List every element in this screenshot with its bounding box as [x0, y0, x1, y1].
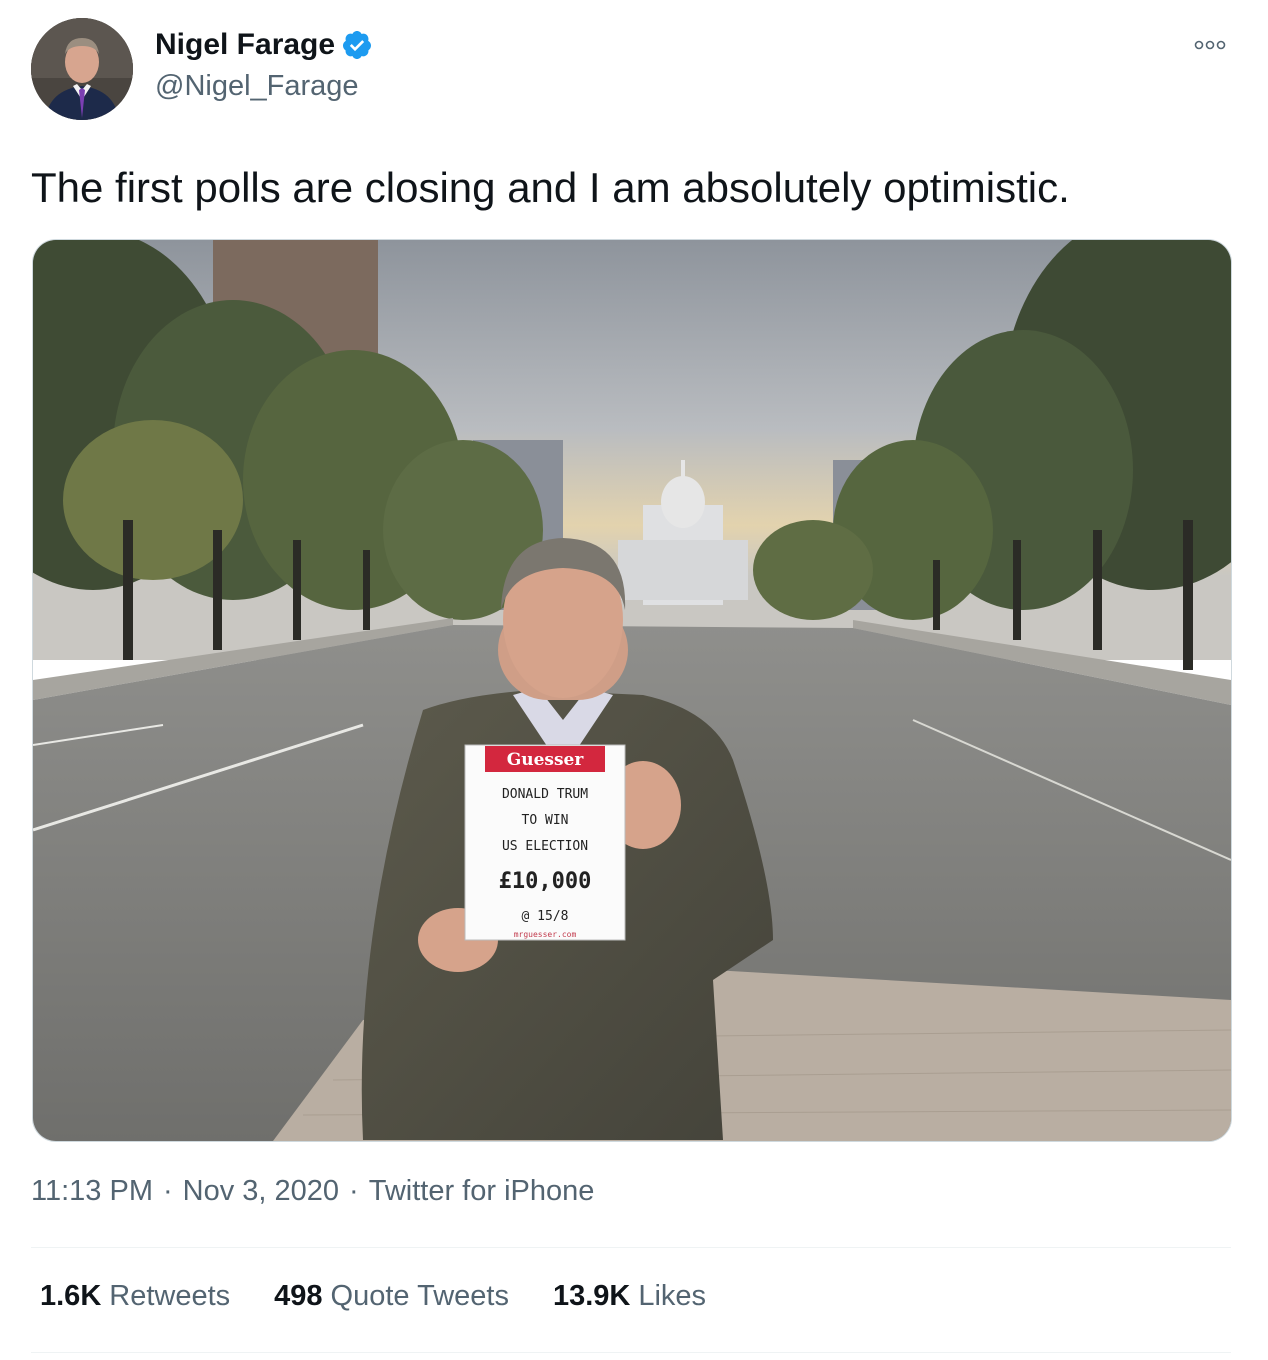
retweets-label: Retweets — [109, 1280, 231, 1312]
tweet-card: Nigel Farage @Nigel_Farage The first pol… — [0, 0, 1268, 1360]
avatar[interactable] — [31, 18, 133, 120]
photo-image: Guesser DONALD TRUM TO WIN US ELECTION £… — [33, 240, 1231, 1141]
tweet-photo[interactable]: Guesser DONALD TRUM TO WIN US ELECTION £… — [32, 239, 1232, 1142]
tweet-source[interactable]: Twitter for iPhone — [369, 1175, 595, 1208]
meta-separator: · — [162, 1175, 173, 1207]
likes-stat[interactable]: 13.9K Likes — [553, 1280, 706, 1313]
tweet-time[interactable]: 11:13 PM — [31, 1175, 153, 1208]
divider — [31, 1247, 1231, 1248]
tweet-text: The first polls are closing and I am abs… — [31, 164, 1070, 211]
quote-tweets-label: Quote Tweets — [330, 1280, 509, 1312]
retweets-stat[interactable]: 1.6K Retweets — [40, 1280, 230, 1313]
meta-separator: · — [349, 1175, 359, 1207]
sign-brand: Guesser — [507, 750, 585, 770]
sign-amount: £10,000 — [499, 869, 592, 894]
divider — [31, 1352, 1231, 1353]
profile-photo-icon — [31, 18, 133, 120]
tweet-date[interactable]: Nov 3, 2020 — [183, 1175, 339, 1208]
author-handle[interactable]: @Nigel_Farage — [155, 70, 359, 103]
verified-badge-icon — [341, 29, 373, 61]
quote-tweets-stat[interactable]: 498 Quote Tweets — [274, 1280, 509, 1313]
tweet-stats: 1.6K Retweets 498 Quote Tweets 13.9K Likes — [40, 1280, 706, 1313]
retweets-count: 1.6K — [40, 1280, 102, 1312]
sign-line1: DONALD TRUM — [502, 787, 588, 802]
likes-count: 13.9K — [552, 1280, 631, 1312]
likes-label: Likes — [638, 1280, 707, 1312]
sign-odds: @ 15/8 — [522, 909, 569, 924]
display-name[interactable]: Nigel Farage — [155, 28, 335, 62]
sign-line3: US ELECTION — [502, 839, 588, 854]
quote-tweets-count: 498 — [274, 1280, 323, 1312]
ellipsis-icon — [1194, 40, 1226, 50]
more-options-button[interactable] — [1190, 30, 1230, 60]
tweet-meta: 11:13 PM · Nov 3, 2020 · Twitter for iPh… — [31, 1175, 594, 1208]
sign-line2: TO WIN — [522, 813, 569, 828]
sign-footer: mrguesser.com — [514, 930, 577, 939]
